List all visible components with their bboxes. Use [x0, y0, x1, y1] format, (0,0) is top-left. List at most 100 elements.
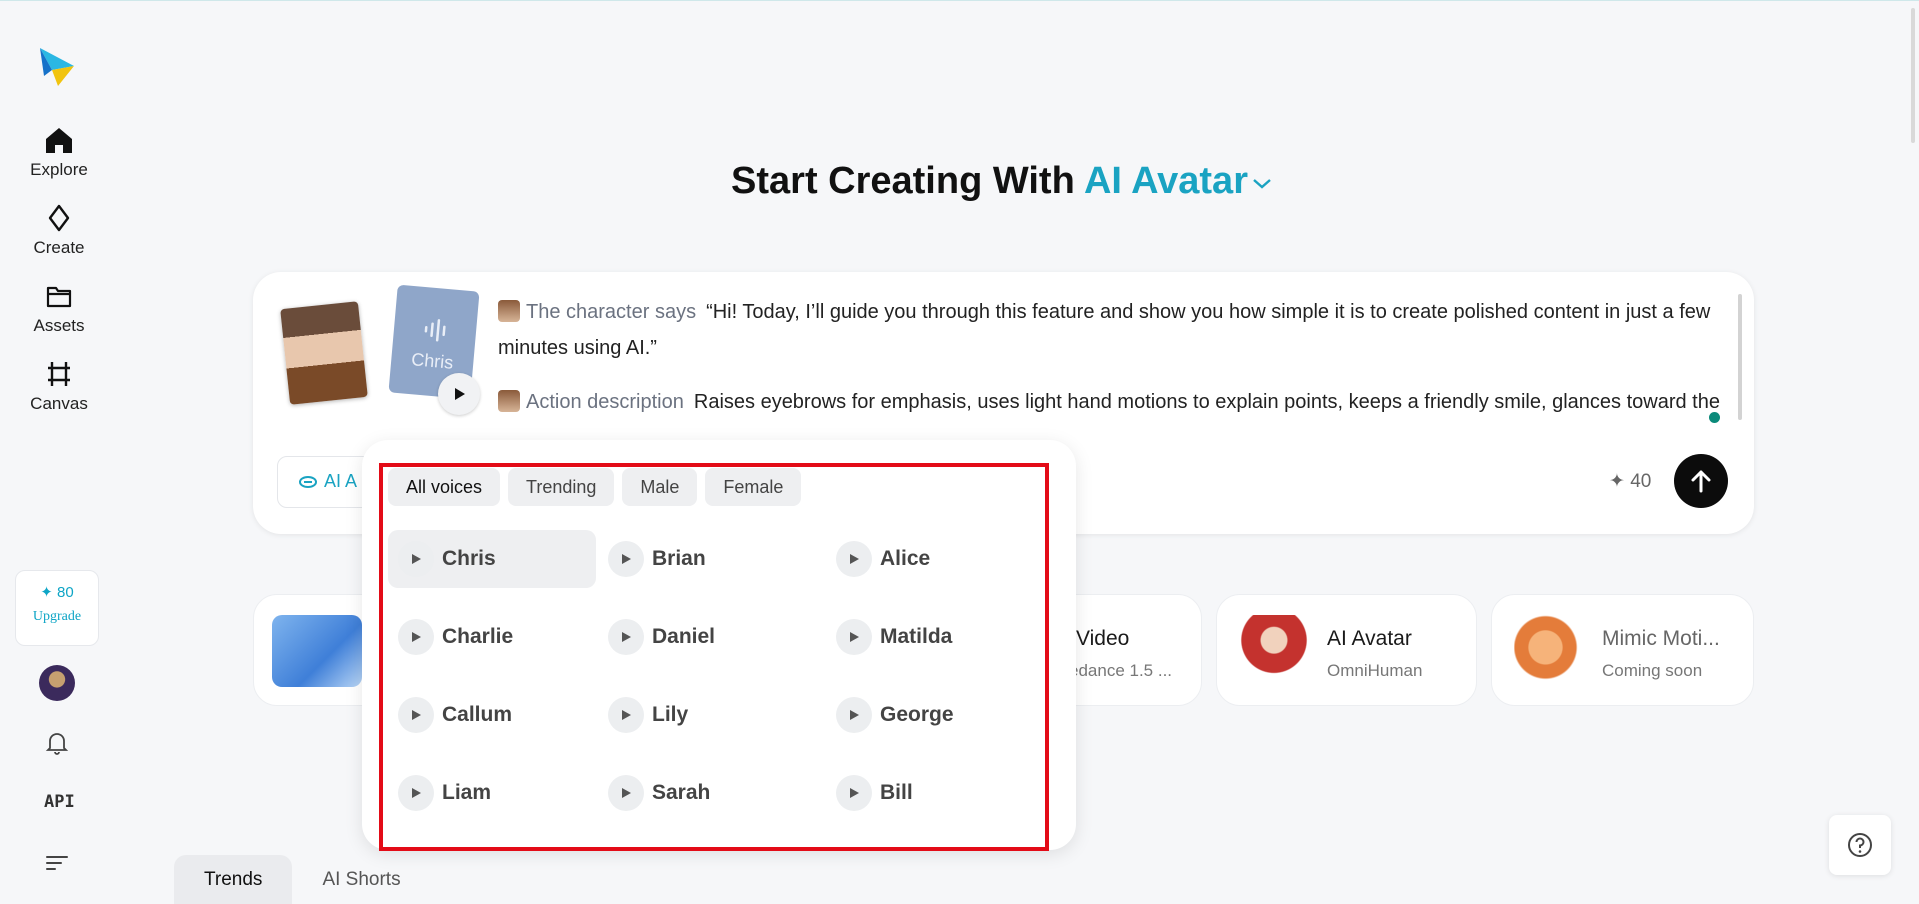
crop-icon: [48, 362, 70, 386]
mode-pill-label: AI A: [324, 471, 358, 491]
voice-option-callum[interactable]: Callum: [388, 686, 598, 744]
character-icon: [498, 300, 520, 322]
voice-name: Bill: [880, 781, 913, 804]
voice-filter-tabs: All voices Trending Male Female: [388, 468, 802, 506]
tool-card-ai-avatar[interactable]: AI Avatar OmniHuman: [1216, 594, 1477, 706]
filter-trending[interactable]: Trending: [508, 468, 615, 506]
folder-icon: [46, 286, 72, 308]
question-icon: [1848, 833, 1872, 857]
filter-male[interactable]: Male: [622, 468, 698, 506]
tool-subtitle: OmniHuman: [1327, 661, 1423, 680]
avatar[interactable]: [39, 665, 75, 701]
tab-trends[interactable]: Trends: [174, 855, 293, 904]
credits-count: ✦ 80: [40, 584, 74, 601]
mimic-motion-thumbnail: [1514, 615, 1584, 687]
play-voice-button[interactable]: [438, 373, 480, 415]
play-icon[interactable]: [836, 697, 872, 733]
bottom-tabs: Trends AI Shorts: [174, 855, 431, 904]
voice-name: Lily: [652, 703, 689, 726]
play-icon[interactable]: [608, 775, 644, 811]
play-icon[interactable]: [608, 541, 644, 577]
voice-list: Chris Brian Alice Charlie Daniel Matilda…: [388, 530, 1028, 842]
action-tag: Action description: [526, 391, 684, 413]
waveform-icon: [424, 319, 446, 342]
voice-option-george[interactable]: George: [826, 686, 1028, 744]
voice-name: Daniel: [652, 625, 716, 648]
tool-title: Video: [1076, 627, 1130, 650]
voice-name: Brian: [652, 547, 706, 570]
send-button[interactable]: [1674, 454, 1728, 508]
sidebar: Explore Create Assets Canvas ✦ 80 Upgrad…: [0, 0, 118, 904]
voice-option-matilda[interactable]: Matilda: [826, 608, 1028, 666]
home-icon: [46, 128, 72, 153]
voice-name: George: [880, 703, 954, 726]
page-scrollbar[interactable]: [1911, 8, 1915, 143]
play-icon[interactable]: [398, 697, 434, 733]
tool-title: Mimic Moti...: [1602, 627, 1720, 650]
voice-option-daniel[interactable]: Daniel: [598, 608, 826, 666]
voice-name: Sarah: [652, 781, 711, 804]
title-prefix: Start Creating With: [731, 160, 1075, 202]
sidebar-item-create[interactable]: Create: [0, 204, 118, 258]
action-icon: [498, 390, 520, 412]
voice-option-charlie[interactable]: Charlie: [388, 608, 598, 666]
voice-card-name: Chris: [410, 349, 455, 373]
sidebar-item-label: Assets: [33, 316, 85, 335]
tool-subtitle: edance 1.5 ...: [1069, 661, 1173, 680]
play-icon[interactable]: [398, 619, 434, 655]
status-dot: [1709, 412, 1720, 423]
voice-name: Alice: [880, 547, 931, 570]
tool-subtitle: Coming soon: [1602, 661, 1703, 680]
play-icon[interactable]: [836, 619, 872, 655]
ai-avatar-thumbnail: [1239, 615, 1309, 687]
filter-female[interactable]: Female: [705, 468, 802, 506]
app-logo-icon[interactable]: [36, 46, 78, 88]
tool-card-mimic-motion[interactable]: Mimic Moti... Coming soon: [1491, 594, 1754, 706]
voice-option-chris[interactable]: Chris: [388, 530, 596, 588]
play-icon[interactable]: [398, 775, 434, 811]
chevron-down-icon: [1253, 179, 1271, 189]
voice-option-sarah[interactable]: Sarah: [598, 764, 826, 822]
prompt-scrollbar[interactable]: [1738, 294, 1742, 420]
upgrade-button[interactable]: ✦ 80 Upgrade: [15, 570, 99, 646]
voice-option-lily[interactable]: Lily: [598, 686, 826, 744]
play-icon: [455, 388, 465, 400]
filter-all-voices[interactable]: All voices: [388, 468, 501, 506]
arrow-up-icon: [1691, 470, 1711, 493]
link-icon: [299, 476, 317, 488]
help-button[interactable]: [1829, 815, 1891, 875]
mode-selector-label: AI Avatar: [1083, 160, 1248, 202]
voice-option-alice[interactable]: Alice: [826, 530, 1028, 588]
mode-selector[interactable]: AI Avatar: [1084, 160, 1274, 202]
api-link[interactable]: API: [44, 792, 75, 812]
play-icon[interactable]: [836, 775, 872, 811]
sparkle-icon: [48, 204, 70, 232]
voice-name: Matilda: [880, 625, 953, 648]
credit-cost: ✦ 40: [1609, 471, 1652, 492]
bell-icon[interactable]: [44, 730, 70, 761]
tab-ai-shorts[interactable]: AI Shorts: [292, 855, 430, 904]
avatar-image-thumbnail[interactable]: [280, 301, 368, 405]
voice-name: Callum: [442, 703, 513, 726]
character-tag: The character says: [526, 301, 697, 323]
voice-option-bill[interactable]: Bill: [826, 764, 1028, 822]
voice-name: Chris: [442, 547, 496, 570]
voice-name: Liam: [442, 781, 492, 804]
sidebar-item-canvas[interactable]: Canvas: [0, 360, 118, 414]
play-icon[interactable]: [608, 619, 644, 655]
play-icon[interactable]: [608, 697, 644, 733]
tool-title: AI Avatar: [1327, 627, 1412, 650]
voice-option-brian[interactable]: Brian: [598, 530, 826, 588]
play-icon[interactable]: [836, 541, 872, 577]
voice-name: Charlie: [442, 625, 514, 648]
page-title: Start Creating With AI Avatar: [0, 160, 1919, 203]
top-border: [0, 0, 1919, 6]
sidebar-item-label: Create: [33, 238, 85, 257]
menu-icon[interactable]: [45, 852, 69, 877]
upgrade-label: Upgrade: [32, 609, 82, 624]
play-icon[interactable]: [398, 541, 434, 577]
voice-option-liam[interactable]: Liam: [388, 764, 598, 822]
sidebar-item-label: Canvas: [30, 394, 88, 413]
prompt-textarea[interactable]: The character says “Hi! Today, I’ll guide…: [498, 294, 1726, 428]
sidebar-item-assets[interactable]: Assets: [0, 282, 118, 336]
